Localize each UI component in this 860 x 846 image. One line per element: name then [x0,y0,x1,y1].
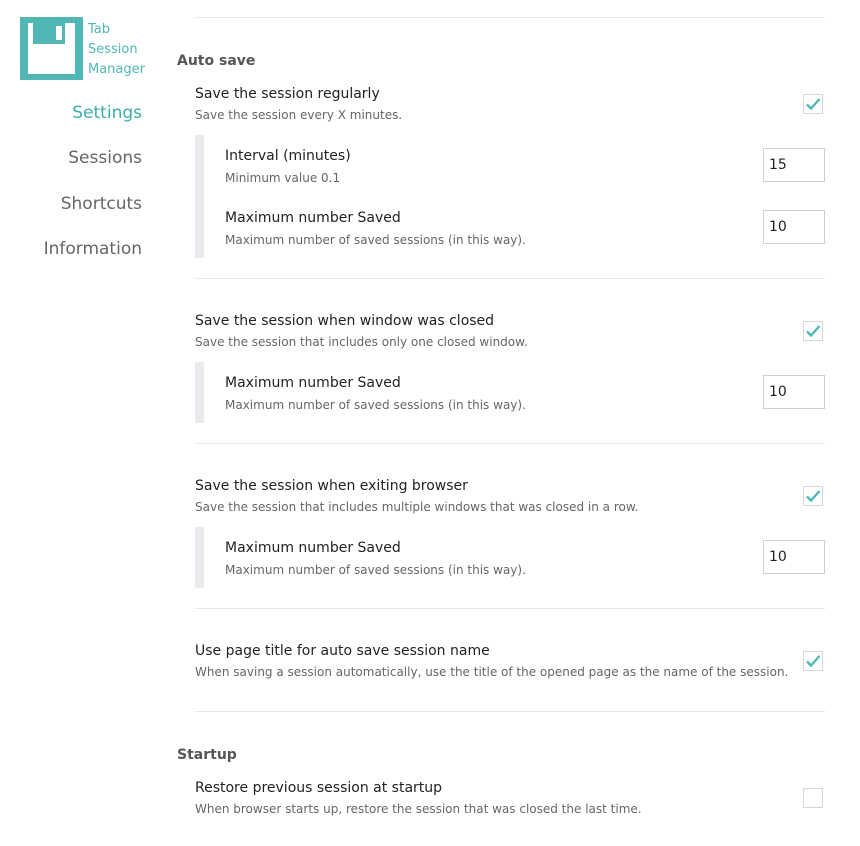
app-name-line: Tab [88,22,111,37]
max-saved-label: Maximum number Saved [225,375,401,391]
setting-description: When saving a session automatically, use… [195,665,789,679]
interval-label: Interval (minutes) [225,148,351,164]
sidebar: Tab Session Manager Settings Sessions Sh… [0,0,150,846]
sub-settings-bar [195,362,204,423]
sidebar-item-shortcuts[interactable]: Shortcuts [61,194,142,214]
max-saved-label: Maximum number Saved [225,210,401,226]
setting-description: Save the session that includes multiple … [195,500,639,514]
max-saved-input[interactable] [763,210,825,244]
restore-session-checkbox[interactable] [803,788,823,808]
max-saved-description: Maximum number of saved sessions (in thi… [225,233,526,247]
checkmark-icon [806,98,821,111]
use-page-title-checkbox[interactable] [803,651,823,671]
divider [195,443,825,444]
setting-description: When browser starts up, restore the sess… [195,802,642,816]
max-saved-description: Maximum number of saved sessions (in thi… [225,398,526,412]
max-saved-description: Maximum number of saved sessions (in thi… [225,563,526,577]
save-window-closed-checkbox[interactable] [803,321,823,341]
max-saved-label: Maximum number Saved [225,540,401,556]
sidebar-item-information[interactable]: Information [44,239,142,259]
checkmark-icon [806,490,821,503]
section-title-startup: Startup [177,747,237,763]
setting-label: Restore previous session at startup [195,780,443,796]
setting-label: Save the session when window was closed [195,313,495,329]
setting-description: Save the session every X minutes. [195,108,403,122]
top-divider [195,17,825,18]
save-exiting-browser-checkbox[interactable] [803,486,823,506]
setting-label: Save the session when exiting browser [195,478,468,494]
setting-label: Use page title for auto save session nam… [195,643,490,659]
sub-settings-bar [195,527,204,588]
setting-label: Save the session regularly [195,86,380,102]
checkmark-icon [806,325,821,338]
divider [195,608,825,609]
interval-input[interactable] [763,148,825,182]
save-regularly-checkbox[interactable] [803,94,823,114]
interval-description: Minimum value 0.1 [225,171,341,185]
app-name-line: Manager [88,62,145,77]
app-logo: Tab Session Manager [20,17,150,81]
sub-settings-bar [195,135,204,258]
floppy-disk-icon [20,17,83,80]
setting-description: Save the session that includes only one … [195,335,528,349]
divider [195,278,825,279]
max-saved-input[interactable] [763,540,825,574]
divider [195,711,825,712]
section-title-auto-save: Auto save [177,53,256,69]
app-name-line: Session [88,42,138,57]
checkmark-icon [806,655,821,668]
sidebar-item-settings[interactable]: Settings [72,103,142,123]
max-saved-input[interactable] [763,375,825,409]
app-name: Tab Session Manager [88,20,145,80]
sidebar-item-sessions[interactable]: Sessions [68,148,142,168]
